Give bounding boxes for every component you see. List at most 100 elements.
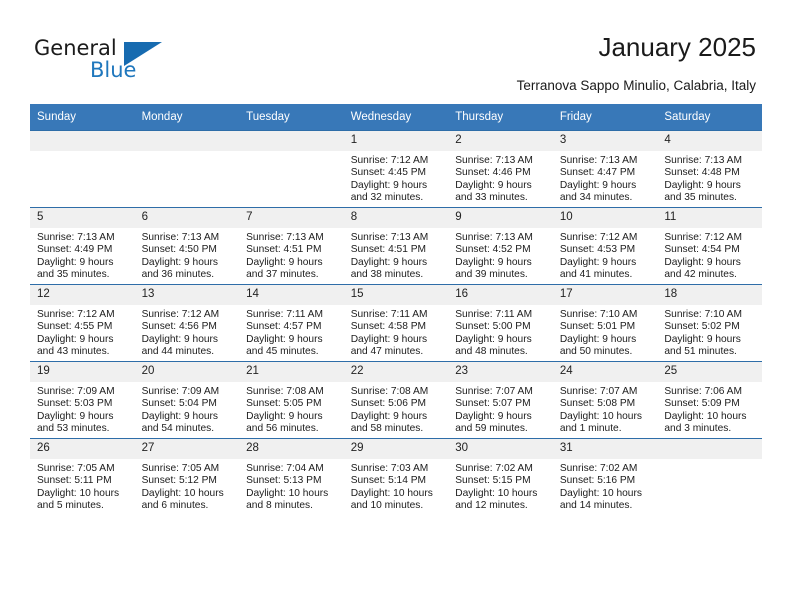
calendar-day-cell[interactable]: 17 Sunrise: 7:10 AM Sunset: 5:01 PM Dayligh… — [552, 284, 658, 362]
sunrise-text: Sunrise: 7:12 AM — [141, 309, 220, 320]
calendar-day-cell[interactable]: 20 Sunrise: 7:09 AM Sunset: 5:04 PM Dayligh… — [134, 361, 240, 439]
day-cell-inner: 25 Sunrise: 7:06 AM Sunset: 5:09 PM Dayligh… — [657, 362, 762, 438]
calendar-day-cell[interactable]: 26 Sunrise: 7:05 AM Sunset: 5:11 PM Dayligh… — [30, 438, 135, 515]
daylight-text-line2: and 14 minutes. — [559, 499, 633, 511]
calendar-day-cell[interactable]: 27 Sunrise: 7:05 AM Sunset: 5:12 PM Dayligh… — [134, 438, 240, 515]
daylight-text-line1: Daylight: 9 hours — [350, 179, 428, 191]
calendar-day-cell[interactable]: 29 Sunrise: 7:03 AM Sunset: 5:14 PM Dayligh… — [343, 438, 449, 515]
calendar-day-cell[interactable]: 10 Sunrise: 7:12 AM Sunset: 4:53 PM Dayligh… — [552, 207, 658, 285]
calendar-day-cell[interactable]: 15 Sunrise: 7:11 AM Sunset: 4:58 PM Dayligh… — [343, 284, 449, 362]
daylight-text-line1: Daylight: 10 hours — [141, 487, 224, 499]
calendar-day-cell[interactable]: 19 Sunrise: 7:09 AM Sunset: 5:03 PM Dayligh… — [30, 361, 135, 439]
daylight-text-line2: and 6 minutes. — [141, 499, 209, 511]
day-number: 8 — [343, 208, 449, 228]
daylight-text-line2: and 3 minutes. — [664, 422, 732, 434]
calendar-day-cell[interactable]: 6 Sunrise: 7:13 AM Sunset: 4:50 PM Daylight… — [134, 207, 240, 285]
day-details: Sunrise: 7:08 AM Sunset: 5:06 PM Daylight:… — [344, 382, 449, 435]
day-cell-inner: 30 Sunrise: 7:02 AM Sunset: 5:15 PM Dayligh… — [448, 439, 553, 515]
day-number: 9 — [448, 208, 553, 228]
calendar-week-row: 19 Sunrise: 7:09 AM Sunset: 5:03 PM Dayligh… — [30, 361, 762, 439]
sunrise-text: Sunrise: 7:03 AM — [350, 463, 429, 474]
sunset-text: Sunset: 5:09 PM — [664, 398, 740, 410]
calendar-week-row: 1 Sunrise: 7:12 AM Sunset: 4:45 PM Daylight… — [30, 130, 762, 208]
calendar-day-cell[interactable]: 22 Sunrise: 7:08 AM Sunset: 5:06 PM Dayligh… — [343, 361, 449, 439]
calendar-day-cell-empty — [657, 438, 762, 515]
sunset-text: Sunset: 5:16 PM — [559, 475, 636, 487]
day-cell-inner: 14 Sunrise: 7:11 AM Sunset: 4:57 PM Dayligh… — [239, 285, 344, 361]
sunset-text: Sunset: 4:45 PM — [350, 167, 427, 179]
day-cell-inner — [30, 131, 135, 207]
daylight-text-line1: Daylight: 10 hours — [455, 487, 538, 499]
daylight-text-line1: Daylight: 9 hours — [455, 410, 532, 422]
daylight-text-line1: Daylight: 9 hours — [37, 256, 114, 268]
sunrise-text: Sunrise: 7:12 AM — [559, 232, 638, 243]
sunrise-text: Sunrise: 7:13 AM — [246, 232, 324, 243]
calendar-day-cell[interactable]: 4 Sunrise: 7:13 AM Sunset: 4:48 PM Daylight… — [657, 130, 762, 208]
day-details: Sunrise: 7:08 AM Sunset: 5:05 PM Daylight:… — [239, 382, 344, 435]
day-cell-inner: 24 Sunrise: 7:07 AM Sunset: 5:08 PM Dayligh… — [552, 362, 658, 438]
calendar-day-cell[interactable]: 8 Sunrise: 7:13 AM Sunset: 4:51 PM Daylight… — [343, 207, 449, 285]
daylight-text-line2: and 58 minutes. — [350, 422, 424, 434]
calendar-day-cell[interactable]: 11 Sunrise: 7:12 AM Sunset: 4:54 PM Dayligh… — [657, 207, 762, 285]
sunrise-text: Sunrise: 7:13 AM — [455, 232, 533, 243]
day-details: Sunrise: 7:06 AM Sunset: 5:09 PM Daylight:… — [657, 382, 762, 435]
sunrise-text: Sunrise: 7:09 AM — [141, 386, 220, 397]
day-cell-inner: 28 Sunrise: 7:04 AM Sunset: 5:13 PM Dayligh… — [239, 439, 344, 515]
calendar-day-cell[interactable]: 7 Sunrise: 7:13 AM Sunset: 4:51 PM Daylight… — [239, 207, 344, 285]
sunrise-text: Sunrise: 7:11 AM — [350, 309, 428, 320]
calendar-day-cell[interactable]: 1 Sunrise: 7:12 AM Sunset: 4:45 PM Daylight… — [343, 130, 449, 208]
day-cell-inner: 6 Sunrise: 7:13 AM Sunset: 4:50 PM Daylight… — [134, 208, 240, 284]
calendar-day-cell[interactable]: 5 Sunrise: 7:13 AM Sunset: 4:49 PM Daylight… — [30, 207, 135, 285]
calendar-week-row: 26 Sunrise: 7:05 AM Sunset: 5:11 PM Dayligh… — [30, 438, 762, 515]
day-cell-inner: 26 Sunrise: 7:05 AM Sunset: 5:11 PM Dayligh… — [30, 439, 135, 515]
day-cell-inner: 23 Sunrise: 7:07 AM Sunset: 5:07 PM Dayligh… — [448, 362, 553, 438]
day-cell-inner: 12 Sunrise: 7:12 AM Sunset: 4:55 PM Dayligh… — [30, 285, 135, 361]
calendar-day-cell[interactable]: 14 Sunrise: 7:11 AM Sunset: 4:57 PM Dayligh… — [239, 284, 344, 362]
day-details: Sunrise: 7:02 AM Sunset: 5:15 PM Daylight:… — [448, 459, 553, 512]
daylight-text-line1: Daylight: 9 hours — [141, 410, 219, 422]
day-number — [657, 439, 762, 459]
calendar-day-cell[interactable]: 24 Sunrise: 7:07 AM Sunset: 5:08 PM Dayligh… — [552, 361, 658, 439]
daylight-text-line2: and 36 minutes. — [141, 268, 215, 280]
daylight-text-line2: and 39 minutes. — [455, 268, 528, 280]
calendar-week-row: 5 Sunrise: 7:13 AM Sunset: 4:49 PM Daylight… — [30, 207, 762, 285]
sunset-text: Sunset: 5:03 PM — [37, 398, 113, 410]
daylight-text-line1: Daylight: 9 hours — [350, 410, 428, 422]
sunrise-text: Sunrise: 7:08 AM — [246, 386, 324, 397]
calendar-day-cell[interactable]: 18 Sunrise: 7:10 AM Sunset: 5:02 PM Dayligh… — [657, 284, 762, 362]
calendar-day-cell[interactable]: 3 Sunrise: 7:13 AM Sunset: 4:47 PM Daylight… — [552, 130, 658, 208]
calendar-day-cell[interactable]: 16 Sunrise: 7:11 AM Sunset: 5:00 PM Dayligh… — [448, 284, 553, 362]
day-cell-inner: 2 Sunrise: 7:13 AM Sunset: 4:46 PM Daylight… — [448, 131, 553, 207]
daylight-text-line2: and 37 minutes. — [246, 268, 319, 280]
calendar-day-cell[interactable]: 30 Sunrise: 7:02 AM Sunset: 5:15 PM Dayligh… — [448, 438, 553, 515]
daylight-text-line1: Daylight: 9 hours — [664, 333, 741, 345]
sunset-text: Sunset: 4:55 PM — [37, 321, 113, 333]
calendar-day-cell[interactable]: 21 Sunrise: 7:08 AM Sunset: 5:05 PM Dayligh… — [239, 361, 344, 439]
calendar-day-cell[interactable]: 9 Sunrise: 7:13 AM Sunset: 4:52 PM Daylight… — [448, 207, 553, 285]
day-details: Sunrise: 7:13 AM Sunset: 4:51 PM Daylight:… — [239, 228, 344, 281]
daylight-text-line1: Daylight: 9 hours — [350, 256, 428, 268]
day-details: Sunrise: 7:11 AM Sunset: 4:57 PM Daylight:… — [239, 305, 344, 358]
calendar-day-cell[interactable]: 31 Sunrise: 7:02 AM Sunset: 5:16 PM Dayligh… — [552, 438, 658, 515]
calendar-day-cell[interactable]: 2 Sunrise: 7:13 AM Sunset: 4:46 PM Daylight… — [448, 130, 553, 208]
weekday-header-friday: Friday — [552, 104, 658, 131]
sunset-text: Sunset: 5:15 PM — [455, 475, 531, 487]
calendar-day-cell[interactable]: 23 Sunrise: 7:07 AM Sunset: 5:07 PM Dayligh… — [448, 361, 553, 439]
calendar-day-cell[interactable]: 12 Sunrise: 7:12 AM Sunset: 4:55 PM Dayligh… — [30, 284, 135, 362]
calendar-day-cell[interactable]: 25 Sunrise: 7:06 AM Sunset: 5:09 PM Dayligh… — [657, 361, 762, 439]
day-details: Sunrise: 7:13 AM Sunset: 4:47 PM Daylight:… — [553, 151, 658, 204]
calendar-day-cell[interactable]: 28 Sunrise: 7:04 AM Sunset: 5:13 PM Dayligh… — [239, 438, 344, 515]
month-calendar-table: Sunday Monday Tuesday Wednesday Thursday… — [30, 104, 762, 515]
sunrise-text: Sunrise: 7:13 AM — [559, 155, 638, 166]
daylight-text-line2: and 42 minutes. — [664, 268, 737, 280]
day-details: Sunrise: 7:02 AM Sunset: 5:16 PM Daylight:… — [553, 459, 658, 512]
sunrise-text: Sunrise: 7:05 AM — [141, 463, 220, 474]
calendar-day-cell[interactable]: 13 Sunrise: 7:12 AM Sunset: 4:56 PM Dayligh… — [134, 284, 240, 362]
sunset-text: Sunset: 4:46 PM — [455, 167, 531, 179]
day-number: 31 — [552, 439, 658, 459]
day-cell-inner: 19 Sunrise: 7:09 AM Sunset: 5:03 PM Dayligh… — [30, 362, 135, 438]
sunset-text: Sunset: 5:04 PM — [141, 398, 217, 410]
sunrise-text: Sunrise: 7:12 AM — [37, 309, 115, 320]
sunset-text: Sunset: 5:02 PM — [664, 321, 740, 333]
day-details: Sunrise: 7:12 AM Sunset: 4:55 PM Daylight:… — [30, 305, 135, 358]
